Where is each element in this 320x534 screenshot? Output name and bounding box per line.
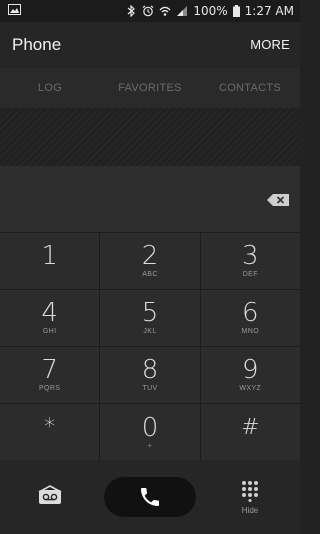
key-digit: 8 xyxy=(141,355,159,385)
key-letters: JKL xyxy=(143,328,157,335)
key-6[interactable]: 6 MNO xyxy=(201,290,300,346)
key-8[interactable]: 8 TUV xyxy=(100,347,201,403)
backspace-icon[interactable] xyxy=(267,194,289,206)
key-digit: * xyxy=(44,414,56,440)
key-letters: MNO xyxy=(241,328,260,335)
key-7[interactable]: 7 PQRS xyxy=(0,347,101,403)
key-2[interactable]: 2 ABC xyxy=(100,233,201,289)
key-digit: # xyxy=(241,414,260,440)
battery-percentage: 100% xyxy=(193,4,228,18)
hide-label: Hide xyxy=(241,506,259,515)
tab-contacts[interactable]: CONTACTS xyxy=(200,68,300,108)
battery-icon xyxy=(232,5,240,17)
key-letters: + xyxy=(147,442,153,450)
key-letters: GHI xyxy=(42,328,57,335)
key-0[interactable]: 0 + xyxy=(100,404,201,461)
status-bar: 100% 1:27 AM xyxy=(0,0,300,22)
key-letters: DEF xyxy=(242,271,258,278)
key-star[interactable]: * xyxy=(0,404,101,461)
key-digit: 5 xyxy=(141,298,159,328)
key-digit: 4 xyxy=(41,298,58,328)
dialpad-row: * 0 + # xyxy=(0,404,300,461)
number-display[interactable] xyxy=(0,166,300,232)
tab-log[interactable]: LOG xyxy=(0,68,100,108)
dialpad-row: 7 PQRS 8 TUV 9 WXYZ xyxy=(0,347,300,404)
dialpad-icon xyxy=(242,481,258,502)
key-letters: TUV xyxy=(142,385,158,392)
background-pattern xyxy=(0,108,300,166)
image-icon xyxy=(8,4,21,15)
hide-dialpad-button[interactable]: Hide xyxy=(232,480,268,524)
dialpad-row: 1 2 ABC 3 DEF xyxy=(0,233,300,290)
key-3[interactable]: 3 DEF xyxy=(201,233,300,289)
app-bar: Phone MORE xyxy=(0,22,300,68)
key-digit: 7 xyxy=(41,355,58,385)
dialpad: 1 2 ABC 3 DEF 4 GHI 5 JKL 6 MNO 7 PQRS 8… xyxy=(0,232,300,461)
bluetooth-icon xyxy=(127,5,136,17)
key-hash[interactable]: # xyxy=(201,404,300,461)
tab-bar: LOG FAVORITES CONTACTS xyxy=(0,68,300,108)
call-button[interactable] xyxy=(104,477,196,517)
phone-dialer-screen: 100% 1:27 AM Phone MORE LOG FAVORITES CO… xyxy=(0,0,300,534)
key-9[interactable]: 9 WXYZ xyxy=(201,347,300,403)
tab-favorites[interactable]: FAVORITES xyxy=(100,68,200,108)
clock: 1:27 AM xyxy=(244,4,294,18)
key-letters: ABC xyxy=(142,271,158,278)
alarm-icon xyxy=(142,5,154,17)
key-digit: 1 xyxy=(41,241,58,271)
signal-icon xyxy=(177,6,188,16)
more-button[interactable]: MORE xyxy=(250,37,290,52)
key-digit: 9 xyxy=(242,355,259,385)
key-digit: 0 xyxy=(141,412,159,443)
key-digit: 3 xyxy=(242,241,259,271)
call-icon xyxy=(141,488,159,506)
bottom-bar: Hide xyxy=(0,460,300,534)
key-1[interactable]: 1 xyxy=(0,233,101,289)
voicemail-icon[interactable] xyxy=(38,485,62,507)
key-letters: PQRS xyxy=(38,385,61,392)
key-4[interactable]: 4 GHI xyxy=(0,290,101,346)
dialpad-row: 4 GHI 5 JKL 6 MNO xyxy=(0,290,300,347)
wifi-icon xyxy=(159,6,171,16)
key-letters: WXYZ xyxy=(239,385,262,392)
key-5[interactable]: 5 JKL xyxy=(100,290,201,346)
key-digit: 2 xyxy=(141,241,159,271)
page-title: Phone xyxy=(12,35,62,54)
key-digit: 6 xyxy=(242,298,259,328)
